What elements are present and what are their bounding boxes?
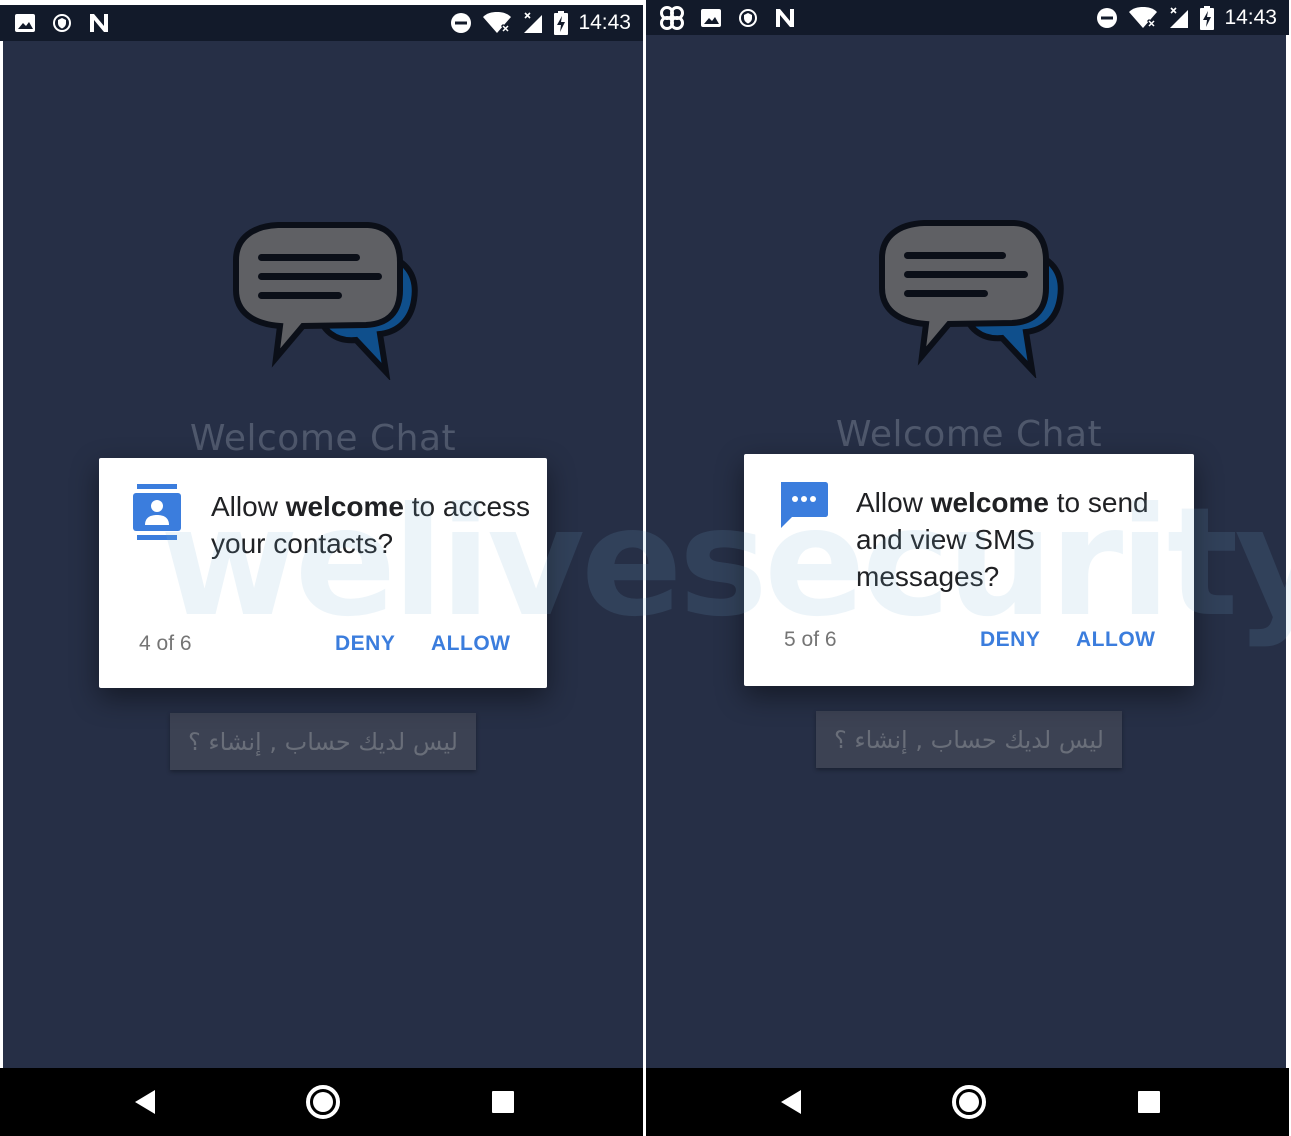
vpn-shield-icon xyxy=(53,14,71,32)
do-not-disturb-icon xyxy=(1097,7,1118,28)
nfc-n-icon xyxy=(90,14,108,32)
screen-contacts-permission: 14:43 Welcome Chat ليس لديك حساب , إنشاء… xyxy=(0,0,643,1136)
navigation-bar xyxy=(646,1068,1289,1136)
permission-counter: 5 of 6 xyxy=(784,628,837,651)
recents-button[interactable] xyxy=(478,1068,528,1136)
message-prefix: Allow xyxy=(211,491,286,522)
navigation-bar xyxy=(0,1068,643,1136)
clock: 14:43 xyxy=(578,11,631,34)
image-notification-icon xyxy=(15,14,35,32)
wifi-icon xyxy=(483,12,512,34)
app-name: welcome xyxy=(930,487,1049,518)
deny-button[interactable]: DENY xyxy=(980,628,1040,652)
recents-button[interactable] xyxy=(1124,1068,1174,1136)
allow-button[interactable]: ALLOW xyxy=(1076,628,1155,652)
create-account-button[interactable]: ليس لديك حساب , إنشاء ؟ xyxy=(816,711,1122,768)
home-circle-icon xyxy=(306,1085,340,1119)
deny-button[interactable]: DENY xyxy=(335,632,395,656)
permission-dialog: Allow welcome to send and view SMS messa… xyxy=(744,454,1194,686)
back-button[interactable] xyxy=(766,1068,816,1136)
nfc-n-icon xyxy=(776,8,794,27)
screen-sms-permission: 14:43 Welcome Chat ليس لديك حساب , إنشاء… xyxy=(646,0,1289,1136)
recents-square-icon xyxy=(492,1091,514,1113)
permission-message: Allow welcome to access your contacts? xyxy=(211,488,531,562)
contacts-icon xyxy=(133,484,181,540)
status-bar: 14:43 xyxy=(646,0,1289,35)
allow-button[interactable]: ALLOW xyxy=(431,632,510,656)
permission-counter: 4 of 6 xyxy=(139,632,192,655)
cell-signal-icon xyxy=(524,12,543,33)
image-notification-icon xyxy=(701,8,721,27)
back-triangle-icon xyxy=(781,1090,801,1114)
chat-bubbles-logo-icon xyxy=(879,220,1064,378)
back-button[interactable] xyxy=(120,1068,170,1136)
message-prefix: Allow xyxy=(856,487,931,518)
chat-bubbles-logo-icon xyxy=(233,222,418,380)
battery-charging-icon xyxy=(554,11,569,35)
sms-icon xyxy=(781,482,828,528)
status-bar: 14:43 xyxy=(0,5,643,41)
home-button[interactable] xyxy=(944,1068,994,1136)
clock: 14:43 xyxy=(1224,5,1277,29)
do-not-disturb-icon xyxy=(451,13,472,33)
create-account-button[interactable]: ليس لديك حساب , إنشاء ؟ xyxy=(170,713,476,770)
cell-signal-icon xyxy=(1170,6,1189,28)
app-title: Welcome Chat xyxy=(835,414,1103,455)
permission-dialog: Allow welcome to access your contacts? 4… xyxy=(99,458,547,688)
app-name: welcome xyxy=(285,491,404,522)
recents-square-icon xyxy=(1138,1091,1160,1113)
clover-app-icon xyxy=(660,5,684,30)
wifi-icon xyxy=(1129,6,1158,28)
home-circle-icon xyxy=(952,1085,986,1119)
vpn-shield-icon xyxy=(739,8,757,27)
home-button[interactable] xyxy=(298,1068,348,1136)
battery-charging-icon xyxy=(1200,5,1215,30)
permission-message: Allow welcome to send and view SMS messa… xyxy=(856,484,1176,595)
app-title: Welcome Chat xyxy=(189,418,457,459)
back-triangle-icon xyxy=(135,1090,155,1114)
